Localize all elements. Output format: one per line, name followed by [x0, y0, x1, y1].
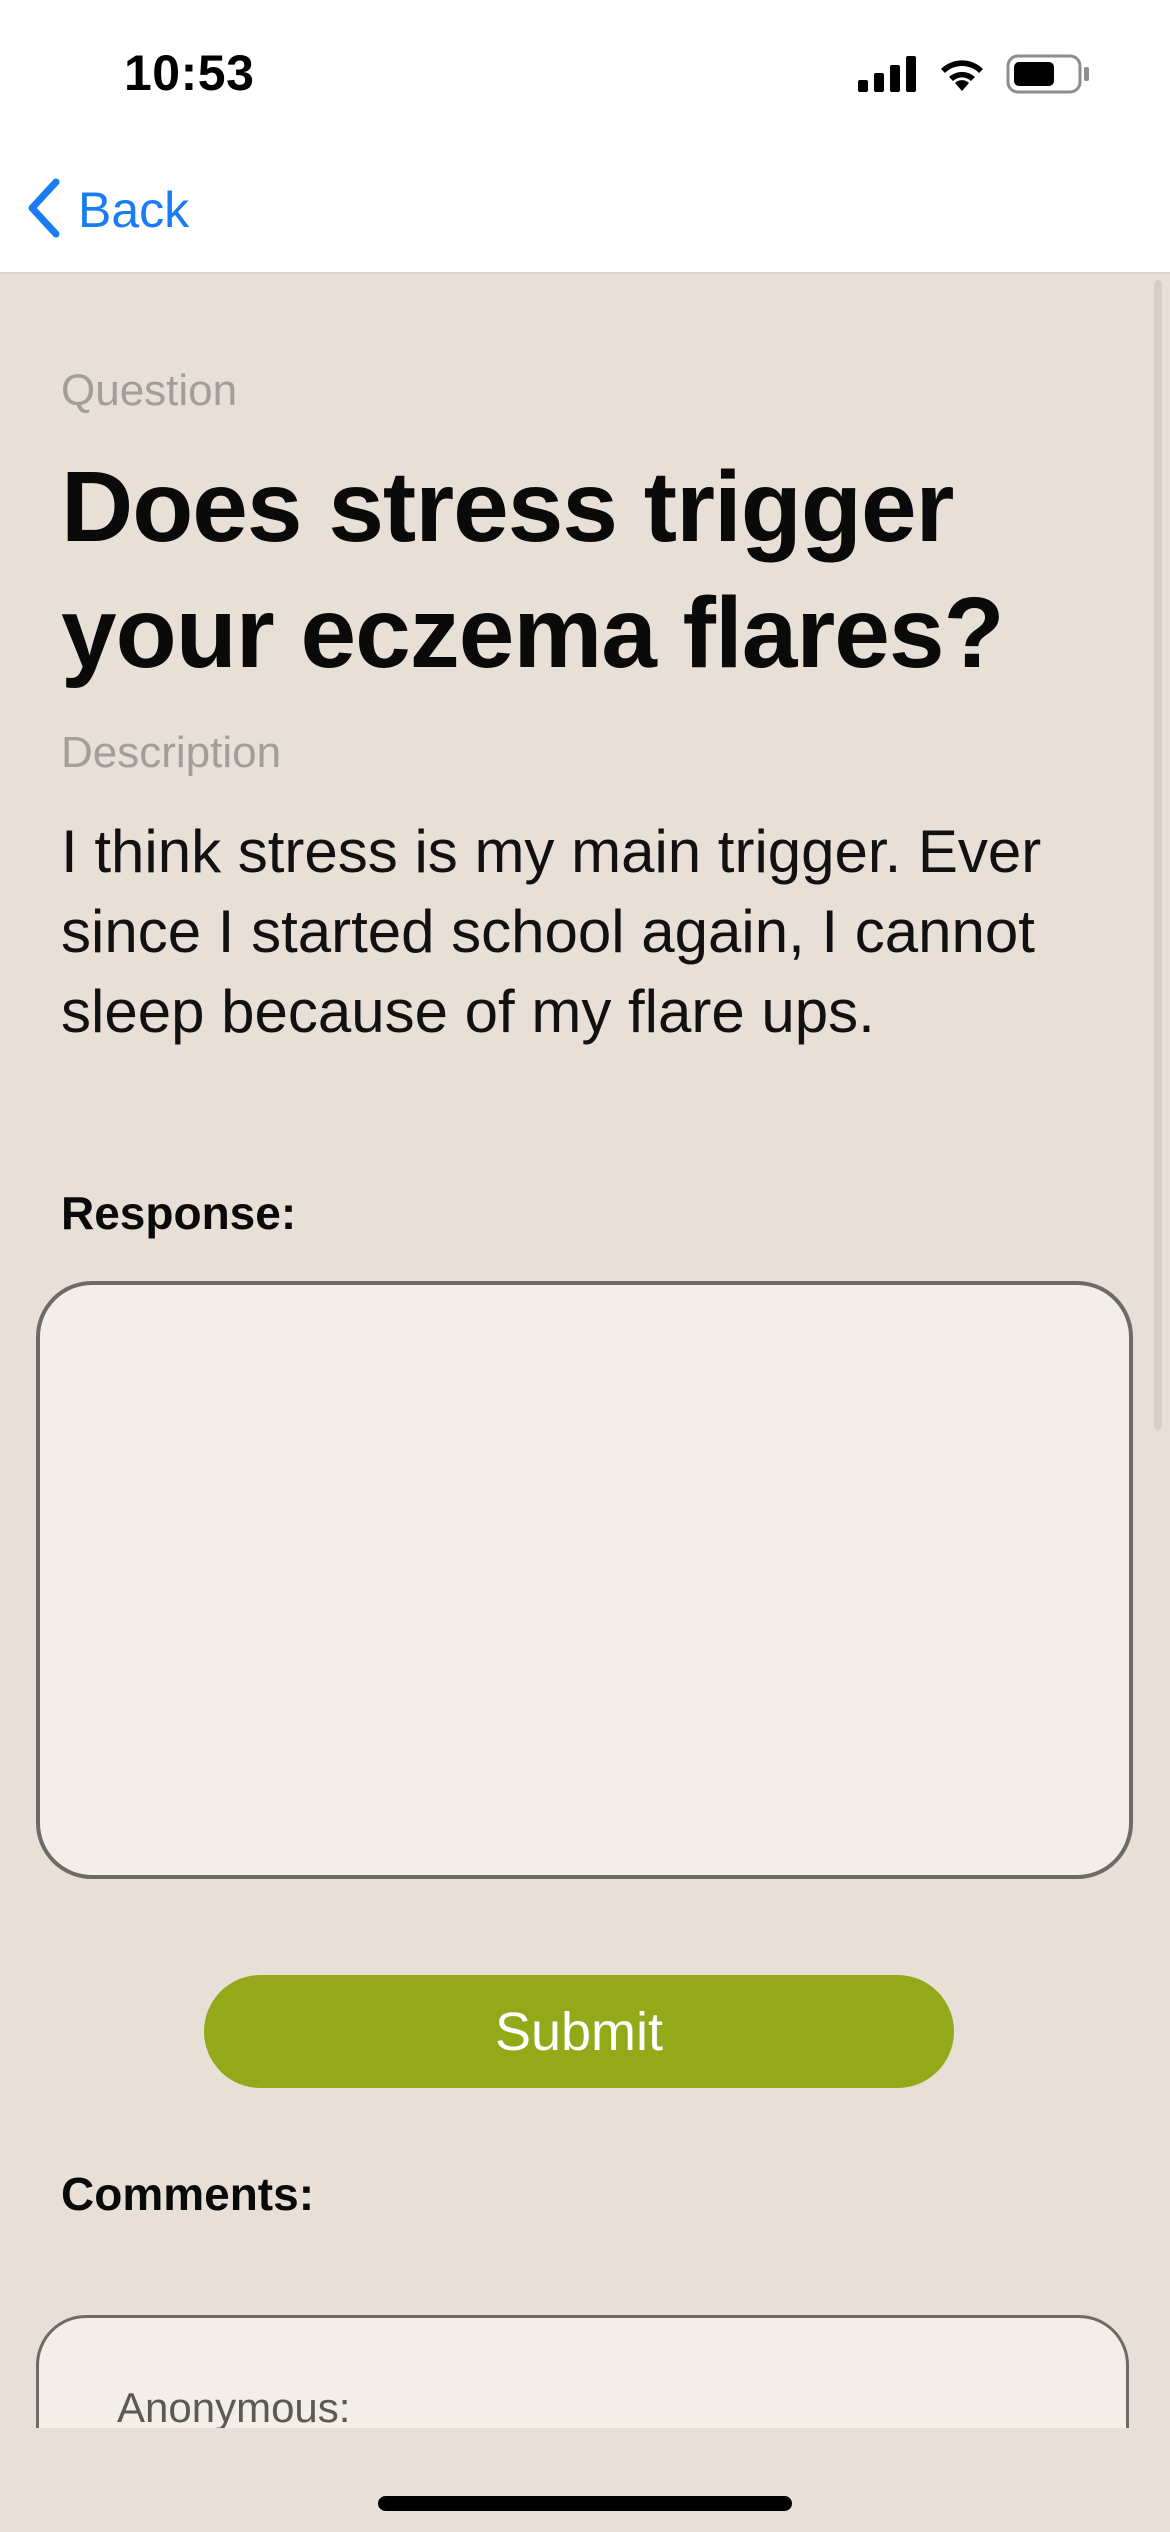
- description-text: I think stress is my main trigger. Ever …: [61, 818, 1042, 1045]
- battery-icon: [1006, 54, 1090, 99]
- scroll-indicator[interactable]: [1154, 280, 1162, 1430]
- status-time: 10:53: [124, 45, 255, 101]
- comment-author: Anonymous:: [117, 2384, 351, 2428]
- cellular-signal-icon: [858, 55, 918, 97]
- wifi-icon: [936, 55, 988, 98]
- response-label: Response:: [61, 1187, 297, 1239]
- question-title: Does stress trigger your eczema flares?: [61, 451, 1005, 689]
- response-input[interactable]: [36, 1281, 1133, 1879]
- navigation-bar: Back: [0, 150, 1170, 274]
- chevron-left-icon: [24, 178, 64, 243]
- status-bar: 10:53: [0, 0, 1170, 150]
- comment-card: Anonymous:: [36, 2315, 1129, 2428]
- comments-label: Comments:: [61, 2168, 315, 2220]
- submit-button[interactable]: Submit: [204, 1975, 954, 2088]
- back-button[interactable]: Back: [24, 170, 189, 250]
- back-label: Back: [78, 182, 190, 238]
- question-label: Question: [61, 366, 238, 415]
- home-indicator[interactable]: [378, 2496, 792, 2511]
- home-indicator-area: [0, 2428, 1170, 2532]
- question-detail-content[interactable]: Question Does stress trigger your eczema…: [0, 274, 1170, 2428]
- description-label: Description: [61, 728, 282, 777]
- status-icons: [858, 54, 1090, 99]
